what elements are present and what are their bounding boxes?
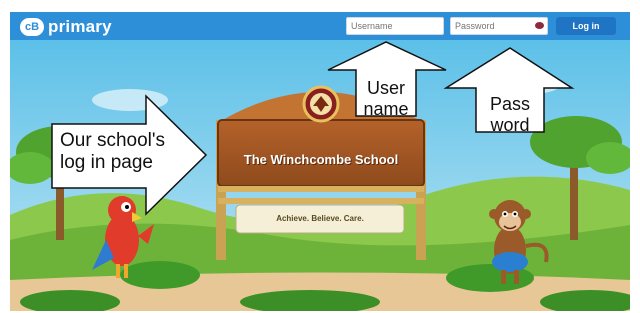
annotation-line: Our school's: [60, 130, 166, 151]
annotation-line: Pass: [489, 94, 531, 114]
username-input[interactable]: [346, 17, 444, 35]
top-navigation-bar: cB primary Log in: [10, 12, 630, 40]
school-motto: Achieve. Believe. Care.: [276, 214, 364, 223]
annotation-line: User: [366, 78, 405, 98]
login-page: The Winchcombe School Achieve. Believe. …: [10, 12, 630, 311]
annotation-password: Pass word: [476, 94, 544, 135]
login-button[interactable]: Log in: [556, 17, 616, 35]
school-name: The Winchcombe School: [243, 152, 399, 167]
annotation-line: name: [363, 98, 409, 119]
password-input[interactable]: [450, 17, 548, 35]
brand-logo[interactable]: cB primary: [20, 17, 112, 37]
annotation-line: word: [490, 114, 530, 135]
logo-mark-icon: cB: [20, 18, 44, 36]
eye-icon[interactable]: [535, 22, 544, 29]
logo-text: primary: [48, 17, 112, 36]
crest-icon: [302, 85, 340, 123]
annotation-school-login: Our school's log in page: [60, 130, 170, 174]
jungle-scene: [10, 40, 630, 311]
annotation-user-name: User name: [356, 78, 416, 119]
annotation-line: log in page: [60, 151, 153, 173]
